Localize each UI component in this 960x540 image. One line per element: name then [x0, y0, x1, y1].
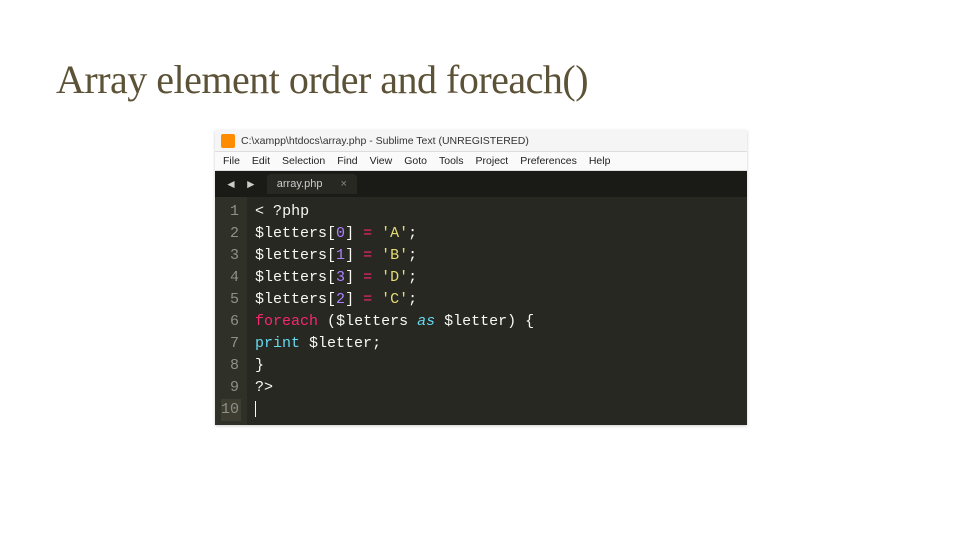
text-cursor — [255, 401, 256, 417]
menu-help[interactable]: Help — [589, 155, 611, 167]
line-number: 9 — [221, 377, 239, 399]
window-title: C:\xampp\htdocs\array.php - Sublime Text… — [241, 135, 529, 147]
line-number: 6 — [221, 311, 239, 333]
line-number: 10 — [221, 399, 241, 421]
menu-edit[interactable]: Edit — [252, 155, 270, 167]
line-number: 5 — [221, 289, 239, 311]
sublime-app-icon — [221, 134, 235, 148]
window-titlebar: C:\xampp\htdocs\array.php - Sublime Text… — [215, 130, 747, 152]
tab-array-php[interactable]: array.php × — [267, 174, 357, 194]
menu-selection[interactable]: Selection — [282, 155, 325, 167]
line-number: 3 — [221, 245, 239, 267]
editor-window: C:\xampp\htdocs\array.php - Sublime Text… — [215, 130, 747, 425]
line-number: 8 — [221, 355, 239, 377]
line-number: 1 — [221, 201, 239, 223]
slide-title: Array element order and foreach() — [56, 56, 588, 103]
line-number: 4 — [221, 267, 239, 289]
line-number: 2 — [221, 223, 239, 245]
nav-prev-icon[interactable]: ◄ — [221, 177, 241, 191]
menu-tools[interactable]: Tools — [439, 155, 464, 167]
code-content[interactable]: < ?php $letters[0] = 'A'; $letters[1] = … — [247, 197, 747, 425]
menu-preferences[interactable]: Preferences — [520, 155, 577, 167]
tab-row: ◄ ► array.php × — [215, 171, 747, 197]
close-icon[interactable]: × — [340, 178, 346, 190]
menu-goto[interactable]: Goto — [404, 155, 427, 167]
line-number: 7 — [221, 333, 239, 355]
line-gutter: 1 2 3 4 5 6 7 8 9 10 — [215, 197, 247, 425]
tab-label: array.php — [277, 178, 323, 190]
nav-next-icon[interactable]: ► — [241, 177, 261, 191]
menu-file[interactable]: File — [223, 155, 240, 167]
code-area[interactable]: 1 2 3 4 5 6 7 8 9 10 < ?php $letters[0] … — [215, 197, 747, 425]
menu-find[interactable]: Find — [337, 155, 357, 167]
menu-project[interactable]: Project — [476, 155, 509, 167]
menu-view[interactable]: View — [370, 155, 393, 167]
menu-bar: File Edit Selection Find View Goto Tools… — [215, 152, 747, 171]
